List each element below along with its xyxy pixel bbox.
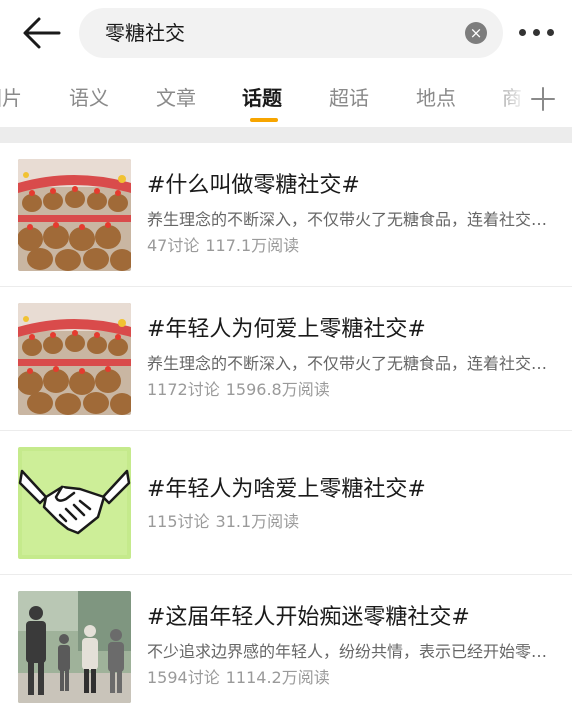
section-divider [0, 127, 572, 143]
topic-stats: 1594讨论 1114.2万阅读 [147, 667, 330, 689]
capybara-plush-photo [18, 303, 131, 415]
search-query: 零糖社交 [105, 21, 185, 45]
tab-topics[interactable]: 话题 [242, 84, 282, 112]
discussion-count: 1172讨论 [147, 380, 220, 399]
clear-search-icon[interactable]: × [465, 22, 487, 44]
topic-item[interactable]: #年轻人为啥爱上零糖社交# 115讨论 31.1万阅读 [0, 431, 572, 575]
discussion-count: 115讨论 [147, 512, 210, 531]
tab-places[interactable]: 地点 [416, 84, 456, 112]
handshake-icon [18, 447, 131, 559]
read-count: 1114.2万阅读 [225, 668, 330, 687]
tab-images[interactable]: 图片 [0, 84, 22, 112]
read-count: 1596.8万阅读 [225, 380, 330, 399]
search-header: 零糖社交 × [0, 0, 572, 64]
read-count: 117.1万阅读 [205, 236, 300, 255]
discussion-count: 47讨论 [147, 236, 200, 255]
active-tab-indicator [250, 118, 278, 122]
search-tabs: 图片 语义 文章 话题 超话 地点 商 [0, 70, 572, 124]
topic-title: #什么叫做零糖社交# [147, 173, 360, 198]
plus-icon[interactable] [530, 86, 556, 112]
tab-super-topics[interactable]: 超话 [329, 84, 369, 112]
topic-stats: 1172讨论 1596.8万阅读 [147, 379, 330, 401]
more-dots-icon[interactable] [518, 20, 556, 44]
tab-semantic[interactable]: 语义 [69, 84, 109, 112]
back-button[interactable] [22, 16, 62, 50]
read-count: 31.1万阅读 [215, 512, 300, 531]
arrow-left-icon [23, 17, 61, 49]
discussion-count: 1594讨论 [147, 668, 220, 687]
topic-stats: 115讨论 31.1万阅读 [147, 511, 299, 533]
topic-stats: 47讨论 117.1万阅读 [147, 235, 299, 257]
topic-item[interactable]: #什么叫做零糖社交# 养生理念的不断深入，不仅带火了无糖食品，连着社交都开始追求… [0, 143, 572, 287]
topic-title: #这届年轻人开始痴迷零糖社交# [147, 605, 470, 630]
capybara-plush-photo [18, 159, 131, 271]
topic-description: 养生理念的不断深入，不仅带火了无糖食品，连着社交都开始追求零糖了 [147, 210, 557, 229]
topic-item[interactable]: #年轻人为何爱上零糖社交# 养生理念的不断深入，不仅带火了无糖食品，连着社交都开… [0, 287, 572, 431]
topic-item[interactable]: #这届年轻人开始痴迷零糖社交# 不少追求边界感的年轻人，纷纷共情，表示已经开始零… [0, 575, 572, 719]
topic-title: #年轻人为啥爱上零糖社交# [147, 477, 426, 502]
topic-list: #什么叫做零糖社交# 养生理念的不断深入，不仅带火了无糖食品，连着社交都开始追求… [0, 143, 572, 719]
tab-articles[interactable]: 文章 [156, 84, 196, 112]
topic-description: 不少追求边界感的年轻人，纷纷共情，表示已经开始零糖社交了 [147, 642, 557, 661]
topic-title: #年轻人为何爱上零糖社交# [147, 317, 426, 342]
search-input[interactable]: 零糖社交 × [79, 8, 503, 58]
people-street-photo [18, 591, 131, 703]
topic-description: 养生理念的不断深入，不仅带火了无糖食品，连着社交都开始追求零糖了 [147, 354, 557, 373]
